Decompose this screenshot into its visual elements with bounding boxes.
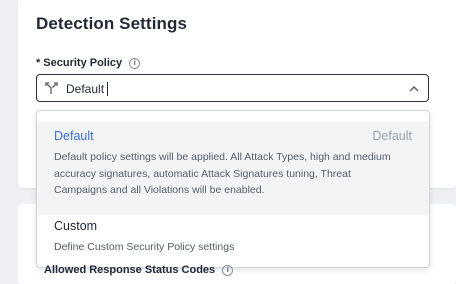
option-custom-description: Define Custom Security Policy settings: [54, 241, 235, 253]
option-default-title: Default: [54, 129, 94, 143]
security-policy-label: * Security Policy i: [36, 57, 141, 69]
option-default-tag: Default: [372, 129, 412, 143]
text-cursor: [107, 82, 108, 96]
security-policy-label-text: Security Policy: [43, 57, 123, 69]
allowed-response-status-codes-text: Allowed Response Status Codes: [44, 264, 216, 276]
option-custom-title: Custom: [54, 219, 98, 233]
allowed-response-status-codes-label: Allowed Response Status Codes i: [44, 264, 234, 276]
option-custom[interactable]: Custom Define Custom Security Policy set…: [37, 215, 429, 265]
merge-icon: [45, 82, 58, 94]
option-default[interactable]: Default Default Default policy settings …: [37, 122, 429, 215]
info-icon[interactable]: i: [222, 264, 234, 276]
security-policy-dropdown: Default Default Default policy settings …: [36, 110, 430, 268]
info-icon[interactable]: i: [129, 57, 141, 69]
option-default-description: Default policy settings will be applied.…: [54, 151, 391, 196]
required-marker: *: [36, 57, 41, 69]
security-policy-value: Default: [66, 82, 105, 96]
security-policy-select[interactable]: Default: [36, 74, 429, 102]
chevron-up-icon[interactable]: [409, 85, 419, 92]
section-title: Detection Settings: [36, 14, 188, 33]
